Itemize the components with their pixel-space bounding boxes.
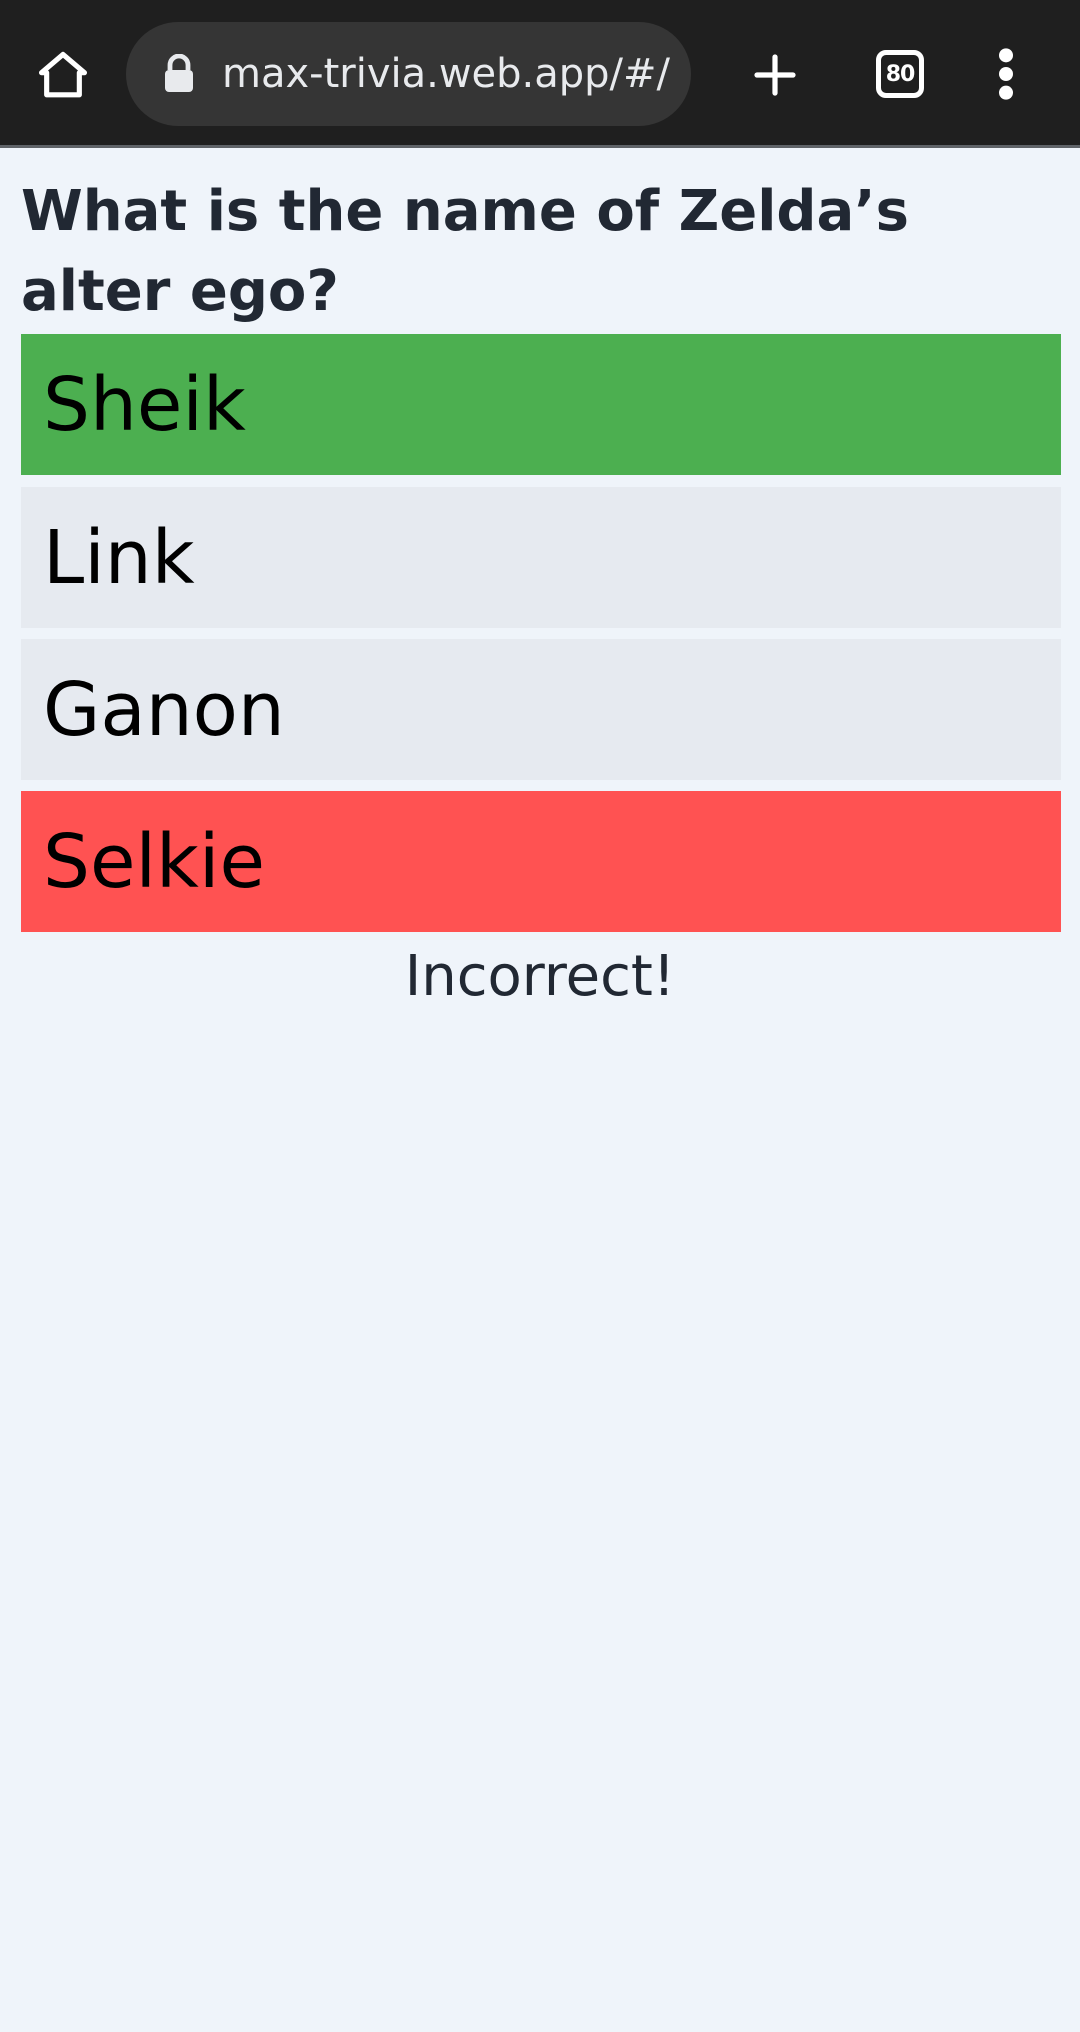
answer-label: Selkie <box>43 818 265 905</box>
answer-label: Ganon <box>43 666 285 753</box>
menu-button[interactable] <box>980 44 1032 104</box>
url-bar[interactable]: max-trivia.web.app/#/ <box>126 22 691 126</box>
question-text: What is the name of Zelda’s alter ego? <box>21 179 909 324</box>
home-icon <box>38 51 88 98</box>
answer-option-selkie[interactable]: Selkie <box>21 791 1061 932</box>
browser-toolbar: max-trivia.web.app/#/ 80 <box>0 0 1080 148</box>
answer-label: Sheik <box>43 361 246 448</box>
answer-option-ganon[interactable]: Ganon <box>21 639 1061 780</box>
tab-switcher-button[interactable]: 80 <box>876 50 924 98</box>
plus-icon <box>754 54 796 96</box>
answer-label: Link <box>43 514 195 601</box>
home-button[interactable] <box>30 42 96 108</box>
result-message: Incorrect! <box>404 944 676 1009</box>
answer-option-link[interactable]: Link <box>21 487 1061 628</box>
more-vert-icon <box>999 48 1013 100</box>
url-text[interactable]: max-trivia.web.app/#/ <box>222 22 670 126</box>
tab-count: 80 <box>885 61 916 87</box>
new-tab-button[interactable] <box>742 42 808 108</box>
lock-icon <box>165 54 193 92</box>
answer-option-sheik[interactable]: Sheik <box>21 334 1061 475</box>
